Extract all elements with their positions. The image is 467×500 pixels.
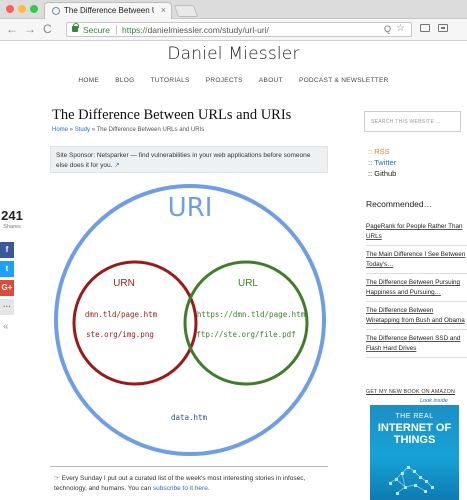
share-count: 241	[1, 208, 23, 223]
cast-icon[interactable]	[420, 24, 430, 32]
site-title[interactable]: Daniel Miessler	[0, 44, 467, 64]
reload-icon[interactable]: C	[43, 22, 52, 36]
collapse-share-icon[interactable]: «	[3, 321, 9, 332]
subscribe-link[interactable]: subscribe to it here.	[153, 485, 210, 492]
network-art-icon	[389, 466, 434, 495]
more-share-button[interactable]: ···	[0, 299, 14, 315]
social-links: :: RSS :: Twitter :: Github	[368, 146, 396, 179]
main-nav: HOME BLOG TUTORIALS PROJECTS ABOUT PODCA…	[0, 77, 467, 84]
zoom-icon[interactable]: Q	[384, 24, 391, 34]
rss-link[interactable]: :: RSS	[368, 146, 396, 157]
minimize-window-button[interactable]	[18, 5, 26, 13]
facebook-share-button[interactable]: f	[0, 242, 14, 258]
zoom-window-button[interactable]	[30, 5, 38, 13]
recommended-link[interactable]: The Difference Between SSD and Flash Har…	[366, 335, 460, 352]
breadcrumb-study[interactable]: Study	[75, 127, 90, 133]
url-path: danielmiessler.com/study/url-uri/	[147, 25, 269, 35]
recommended-list: PageRank for People Rather Than URLs The…	[366, 220, 467, 360]
recommended-link[interactable]: PageRank for People Rather Than URLs	[366, 223, 463, 240]
page-title: The Difference Between URLs and URIs	[52, 107, 292, 123]
tab-title: The Difference Between URLs	[64, 6, 154, 15]
tab-close-icon[interactable]: ×	[161, 5, 166, 15]
sidebar-search-input[interactable]: SEARCH THIS WEBSITE ...	[364, 111, 461, 132]
breadcrumb-separator: »	[68, 127, 75, 133]
new-tab-button[interactable]	[173, 5, 199, 17]
twitter-link[interactable]: :: Twitter	[368, 157, 396, 168]
newsletter-note: ☞ Every Sunday I put out a curated list …	[50, 466, 328, 500]
recommended-heading: Recommended…	[366, 199, 433, 209]
url-scheme: https://	[122, 25, 148, 35]
secure-label: Secure	[83, 25, 110, 35]
back-arrow-icon[interactable]: ←	[6, 22, 18, 36]
external-link-icon[interactable]: ↗	[114, 162, 119, 169]
nav-tutorials[interactable]: TUTORIALS	[151, 77, 190, 84]
url-text[interactable]: https://danielmiessler.com/study/url-uri…	[122, 25, 269, 35]
urn-item: ste.org/img.png	[86, 330, 154, 339]
urn-item: dmn.tld/page.htm	[85, 310, 158, 319]
browser-tab-bar: The Difference Between URLs ×	[0, 0, 467, 19]
urn-circle	[72, 260, 198, 386]
favicon-icon	[52, 7, 60, 15]
breadcrumb-current: The Difference Between URLs and URIs	[96, 127, 205, 133]
twitter-share-button[interactable]: t	[0, 261, 14, 277]
uri-label: URI	[168, 193, 213, 223]
list-item[interactable]: The Main Difference I See Between Today'…	[366, 248, 467, 274]
google-plus-share-button[interactable]: G+	[0, 280, 14, 296]
list-item[interactable]: The Difference Between Pursuing Happines…	[366, 276, 467, 302]
recommended-link[interactable]: The Main Difference I See Between Today'…	[366, 251, 465, 268]
browser-tab-active[interactable]: The Difference Between URLs ×	[44, 2, 172, 19]
book-title-main: INTERNET OF THINGS	[377, 422, 452, 446]
sponsor-text[interactable]: Site Sponsor: Netsparker — find vulnerab…	[56, 152, 310, 169]
list-item[interactable]: The Difference Between Wiretapping from …	[366, 304, 467, 330]
recommended-link[interactable]: The Difference Between Pursuing Happines…	[366, 279, 460, 296]
url-item: https://dmn.tld/page.htm	[197, 310, 306, 319]
close-window-button[interactable]	[6, 5, 14, 13]
share-label: Shares	[3, 224, 21, 230]
nav-podcast-newsletter[interactable]: PODCAST & NEWSLETTER	[299, 77, 389, 84]
url-label: URL	[238, 278, 258, 289]
recommended-link[interactable]: The Difference Between Wiretapping from …	[366, 307, 465, 324]
extension-icon[interactable]	[438, 24, 448, 32]
urn-label: URN	[113, 278, 135, 289]
bookmark-star-icon[interactable]: ☆	[396, 23, 405, 34]
book-cover-image[interactable]: THE REAL INTERNET OF THINGS	[370, 405, 459, 500]
breadcrumb: Home » Study » The Difference Between UR…	[52, 127, 204, 133]
nav-about[interactable]: ABOUT	[259, 77, 283, 84]
nav-projects[interactable]: PROJECTS	[206, 77, 243, 84]
forward-arrow-icon[interactable]: →	[24, 22, 36, 36]
list-item[interactable]: PageRank for People Rather Than URLs	[366, 220, 467, 246]
list-item[interactable]: The Difference Between SSD and Flash Har…	[366, 332, 467, 358]
book-title-top: THE REAL	[395, 413, 434, 420]
nav-home[interactable]: HOME	[78, 77, 99, 84]
url-item: ftp://ste.org/file.pdf	[196, 330, 295, 339]
address-bar[interactable]: Secure https://danielmiessler.com/study/…	[66, 22, 412, 37]
nav-blog[interactable]: BLOG	[115, 77, 134, 84]
look-inside-label[interactable]: Look inside	[420, 398, 448, 404]
breadcrumb-home[interactable]: Home	[52, 127, 68, 133]
uri-only-item: data.htm	[171, 413, 208, 422]
lock-icon	[72, 23, 79, 32]
address-separator	[116, 25, 117, 35]
book-heading[interactable]: GET MY NEW BOOK ON AMAZON	[366, 389, 455, 395]
github-link[interactable]: :: Github	[368, 168, 396, 179]
browser-toolbar: ← → C Secure https://danielmiessler.com/…	[0, 19, 467, 41]
uri-venn-diagram: URI URN URL dmn.tld/page.htm ste.org/img…	[54, 184, 326, 456]
sponsor-box: Site Sponsor: Netsparker — find vulnerab…	[50, 146, 328, 173]
